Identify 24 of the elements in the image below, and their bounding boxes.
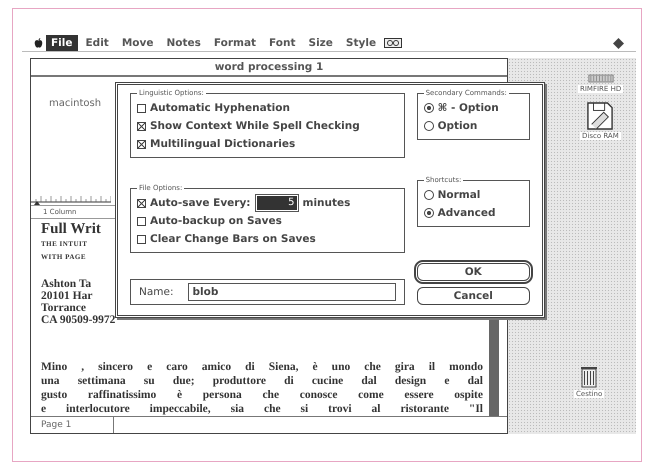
address-line: Torrance <box>41 302 86 314</box>
option-label: Multilingual Dictionaries <box>150 138 296 150</box>
option-label: Advanced <box>438 207 496 219</box>
option-label: Show Context While Spell Checking <box>150 120 360 132</box>
window-title: word processing 1 <box>31 59 507 77</box>
option-label: Clear Change Bars on Saves <box>150 233 316 245</box>
option-label: Option <box>438 120 478 132</box>
paragraph-line: gusto raffinatissimo è persona che conosce come essere ospite <box>41 388 483 402</box>
name-label: Name: <box>139 286 174 298</box>
paragraph-line: Mino , sincero e caro amico di Siena, è uno che gira il mondo <box>41 360 483 374</box>
option-label: Auto-backup on Saves <box>150 215 282 227</box>
paragraph-line: una settimana su due; produttore di cucine dal design e dal <box>41 374 483 388</box>
address-line: CA 90509-9972 <box>41 314 116 326</box>
option-label: Auto-save Every: <box>150 197 251 209</box>
option-label: ⌘ - Option <box>438 102 499 114</box>
address-line: 20101 Har <box>41 290 92 302</box>
heading-line: Full Writ <box>41 221 101 238</box>
option-label: Automatic Hyphenation <box>150 102 290 114</box>
address-line: Ashton Ta <box>41 278 92 290</box>
option-label: Normal <box>438 189 480 201</box>
paragraph-line: e interlocutore impeccabile, sia che si trovi al ristorante "Il <box>41 402 483 416</box>
header-text: macintosh <box>49 98 102 109</box>
unit-label: minutes <box>302 197 350 209</box>
page-indicator: Page 1 <box>31 417 114 433</box>
